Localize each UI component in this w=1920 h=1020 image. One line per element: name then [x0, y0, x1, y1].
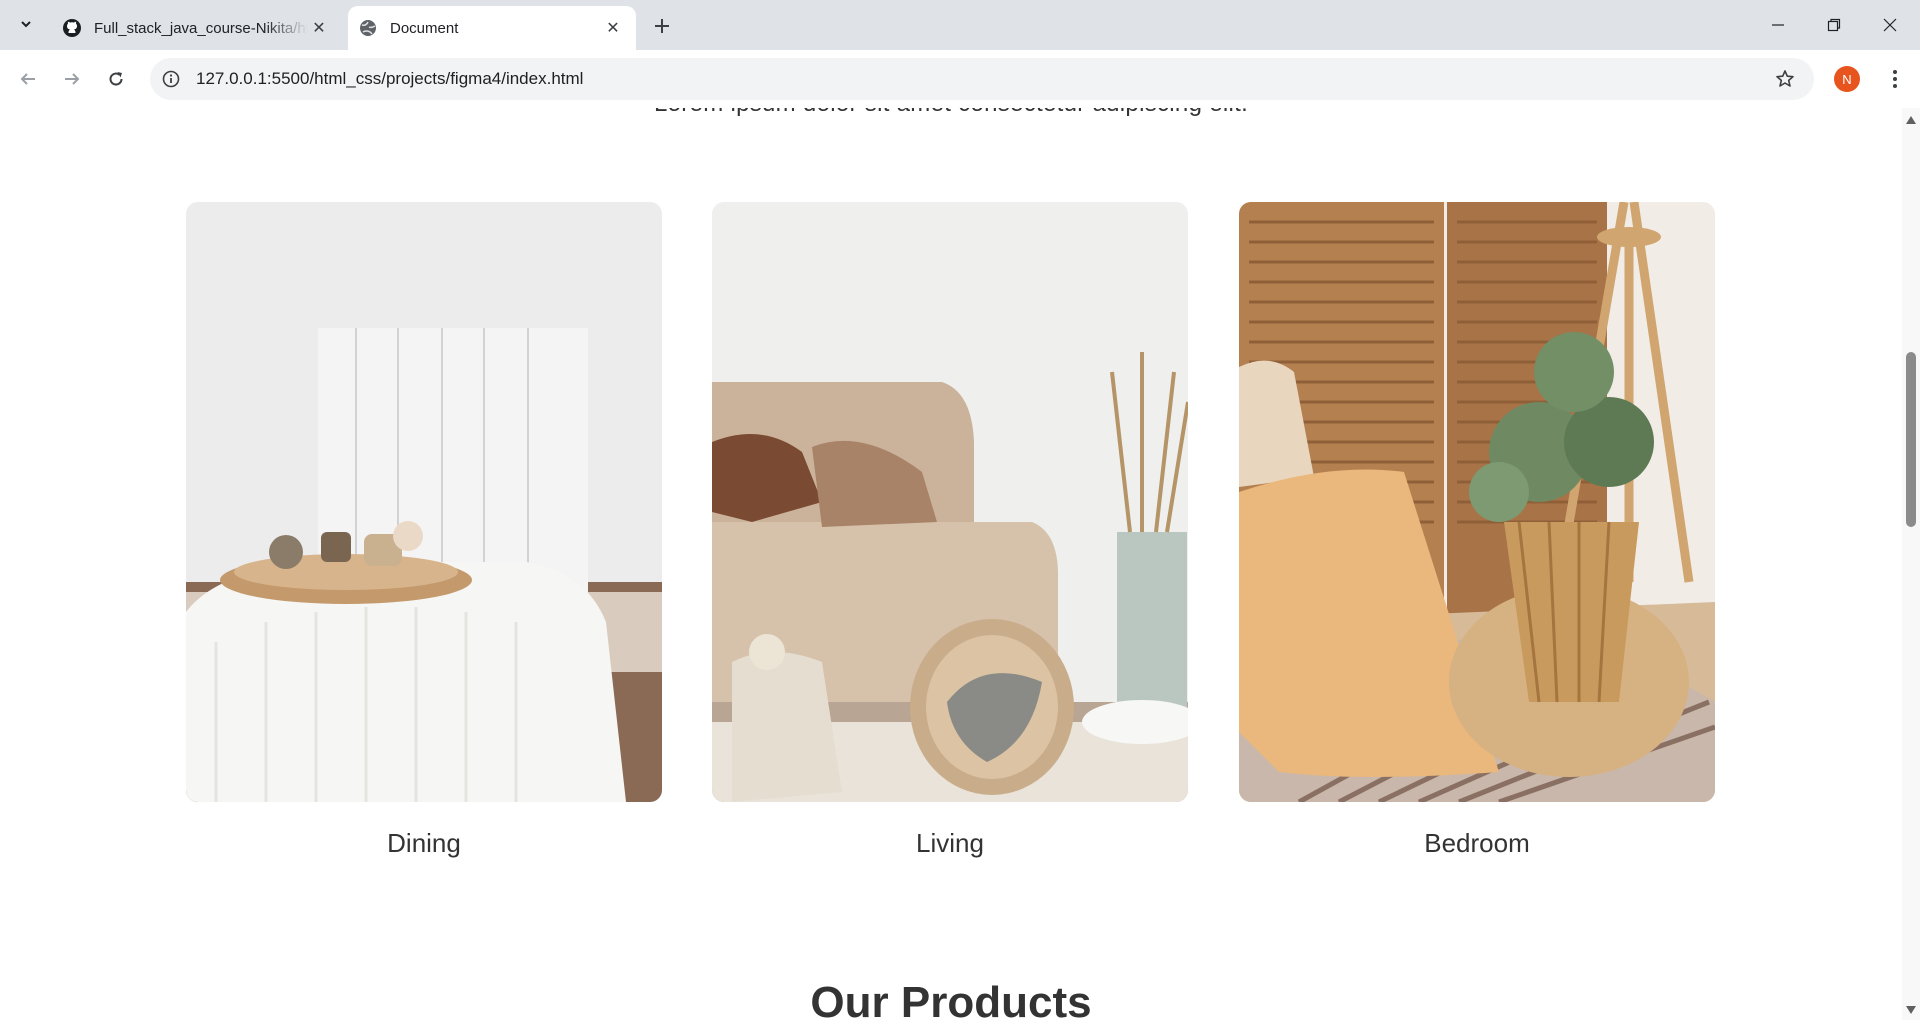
reload-icon: [109, 72, 123, 86]
globe-icon: [358, 18, 378, 38]
category-label: Bedroom: [1424, 828, 1530, 858]
minimize-icon: [1772, 24, 1784, 26]
plus-icon: [655, 19, 669, 33]
scrollbar-thumb[interactable]: [1906, 352, 1916, 527]
chevron-down-icon: [21, 21, 31, 28]
section-subtitle: Lorem ipsum dolor sit amet consectetur a…: [0, 108, 1902, 118]
bedroom-photo: [1239, 202, 1715, 802]
tab-document[interactable]: Document ✕: [348, 6, 636, 50]
page-content: Lorem ipsum dolor sit amet consectetur a…: [0, 108, 1902, 1020]
category-card-living[interactable]: Living: [712, 202, 1188, 859]
products-section-title: Our Products: [810, 978, 1092, 1020]
scroll-down-icon[interactable]: [1906, 1006, 1916, 1014]
new-tab-button[interactable]: [648, 12, 676, 40]
url-text: 127.0.0.1:5500/html_css/projects/figma4/…: [196, 69, 584, 88]
profile-avatar[interactable]: N: [1834, 66, 1860, 92]
dining-room-photo: [186, 202, 662, 802]
tab-title: Document: [390, 19, 459, 37]
category-card-dining[interactable]: Dining: [186, 202, 662, 859]
restore-icon: [1827, 18, 1841, 32]
close-icon[interactable]: ✕: [602, 17, 624, 39]
reload-button[interactable]: [100, 63, 132, 95]
browser-toolbar: 127.0.0.1:5500/html_css/projects/figma4/…: [0, 50, 1920, 109]
category-card-bedroom[interactable]: Bedroom: [1239, 202, 1715, 859]
restore-button[interactable]: [1806, 0, 1862, 50]
tab-strip: Full_stack_java_course-Nikita/ht ✕ Docum…: [0, 0, 1920, 50]
github-icon: [62, 18, 82, 38]
category-label: Dining: [387, 828, 461, 858]
page-scrollbar[interactable]: [1902, 108, 1920, 1020]
tab-title: Full_stack_java_course-Nikita/ht: [94, 19, 308, 37]
kebab-menu-icon[interactable]: [1880, 64, 1910, 94]
tab-github[interactable]: Full_stack_java_course-Nikita/ht ✕: [52, 6, 342, 50]
site-info-icon[interactable]: [160, 68, 182, 90]
tab-search-button[interactable]: [12, 10, 40, 38]
bookmark-star-icon[interactable]: [1774, 68, 1796, 90]
close-icon[interactable]: ✕: [308, 17, 330, 39]
close-icon: [1883, 18, 1897, 32]
arrow-left-icon: [20, 73, 35, 85]
address-bar[interactable]: 127.0.0.1:5500/html_css/projects/figma4/…: [150, 58, 1814, 100]
arrow-right-icon: [65, 73, 80, 85]
window-close-button[interactable]: [1862, 0, 1918, 50]
minimize-button[interactable]: [1750, 0, 1806, 50]
back-button[interactable]: [12, 63, 44, 95]
scroll-up-icon[interactable]: [1906, 116, 1916, 124]
living-room-photo: [712, 202, 1188, 802]
category-label: Living: [916, 828, 984, 858]
forward-button[interactable]: [56, 63, 88, 95]
